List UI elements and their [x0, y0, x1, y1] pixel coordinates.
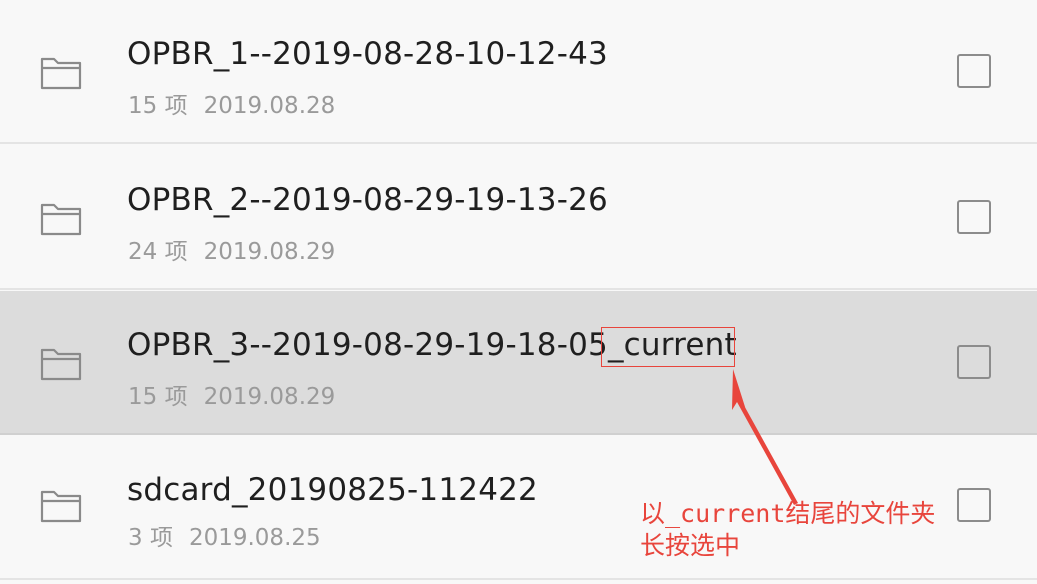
- folder-icon: [40, 490, 82, 523]
- folder-meta: 3 项 2019.08.25: [128, 518, 321, 552]
- select-checkbox[interactable]: [957, 200, 991, 234]
- folder-name: OPBR_2--2019-08-29-19-13-26: [127, 182, 608, 218]
- folder-name: sdcard_20190825-112422: [127, 472, 538, 508]
- folder-date: 2019.08.25: [188, 525, 321, 551]
- folder-icon: [40, 57, 82, 90]
- folder-row[interactable]: OPBR_2--2019-08-29-19-13-26 24 项 2019.08.…: [0, 146, 1037, 290]
- folder-meta: 15 项 2019.08.28: [128, 86, 335, 120]
- folder-row-selected[interactable]: OPBR_3--2019-08-29-19-18-05_current 15 项…: [0, 291, 1037, 435]
- item-count: 15 项: [128, 384, 188, 410]
- folder-meta: 15 项 2019.08.29: [128, 377, 335, 411]
- select-checkbox[interactable]: [957, 54, 991, 88]
- folder-meta: 24 项 2019.08.29: [128, 232, 335, 266]
- folder-name: OPBR_1--2019-08-28-10-12-43: [127, 36, 608, 72]
- folder-date: 2019.08.28: [203, 93, 336, 119]
- folder-name-prefix: OPBR_3--2019-08-29-19-18-05: [127, 327, 608, 363]
- select-checkbox[interactable]: [957, 345, 991, 379]
- annotation-text: 以_current结尾的文件夹 长按选中: [640, 498, 970, 562]
- folder-date: 2019.08.29: [203, 239, 336, 265]
- item-count: 3 项: [128, 525, 173, 551]
- folder-icon: [40, 203, 82, 236]
- folder-name: OPBR_3--2019-08-29-19-18-05_current: [127, 327, 737, 363]
- item-count: 24 项: [128, 239, 188, 265]
- annotation-line-1: 以_current结尾的文件夹: [640, 499, 936, 528]
- folder-row[interactable]: OPBR_1--2019-08-28-10-12-43 15 项 2019.08.…: [0, 0, 1037, 144]
- folder-list: OPBR_1--2019-08-28-10-12-43 15 项 2019.08.…: [0, 0, 1037, 584]
- folder-icon: [40, 348, 82, 381]
- folder-name-suffix: _current: [607, 327, 737, 363]
- annotation-line-2: 长按选中: [640, 531, 741, 560]
- item-count: 15 项: [128, 93, 188, 119]
- folder-date: 2019.08.29: [203, 384, 336, 410]
